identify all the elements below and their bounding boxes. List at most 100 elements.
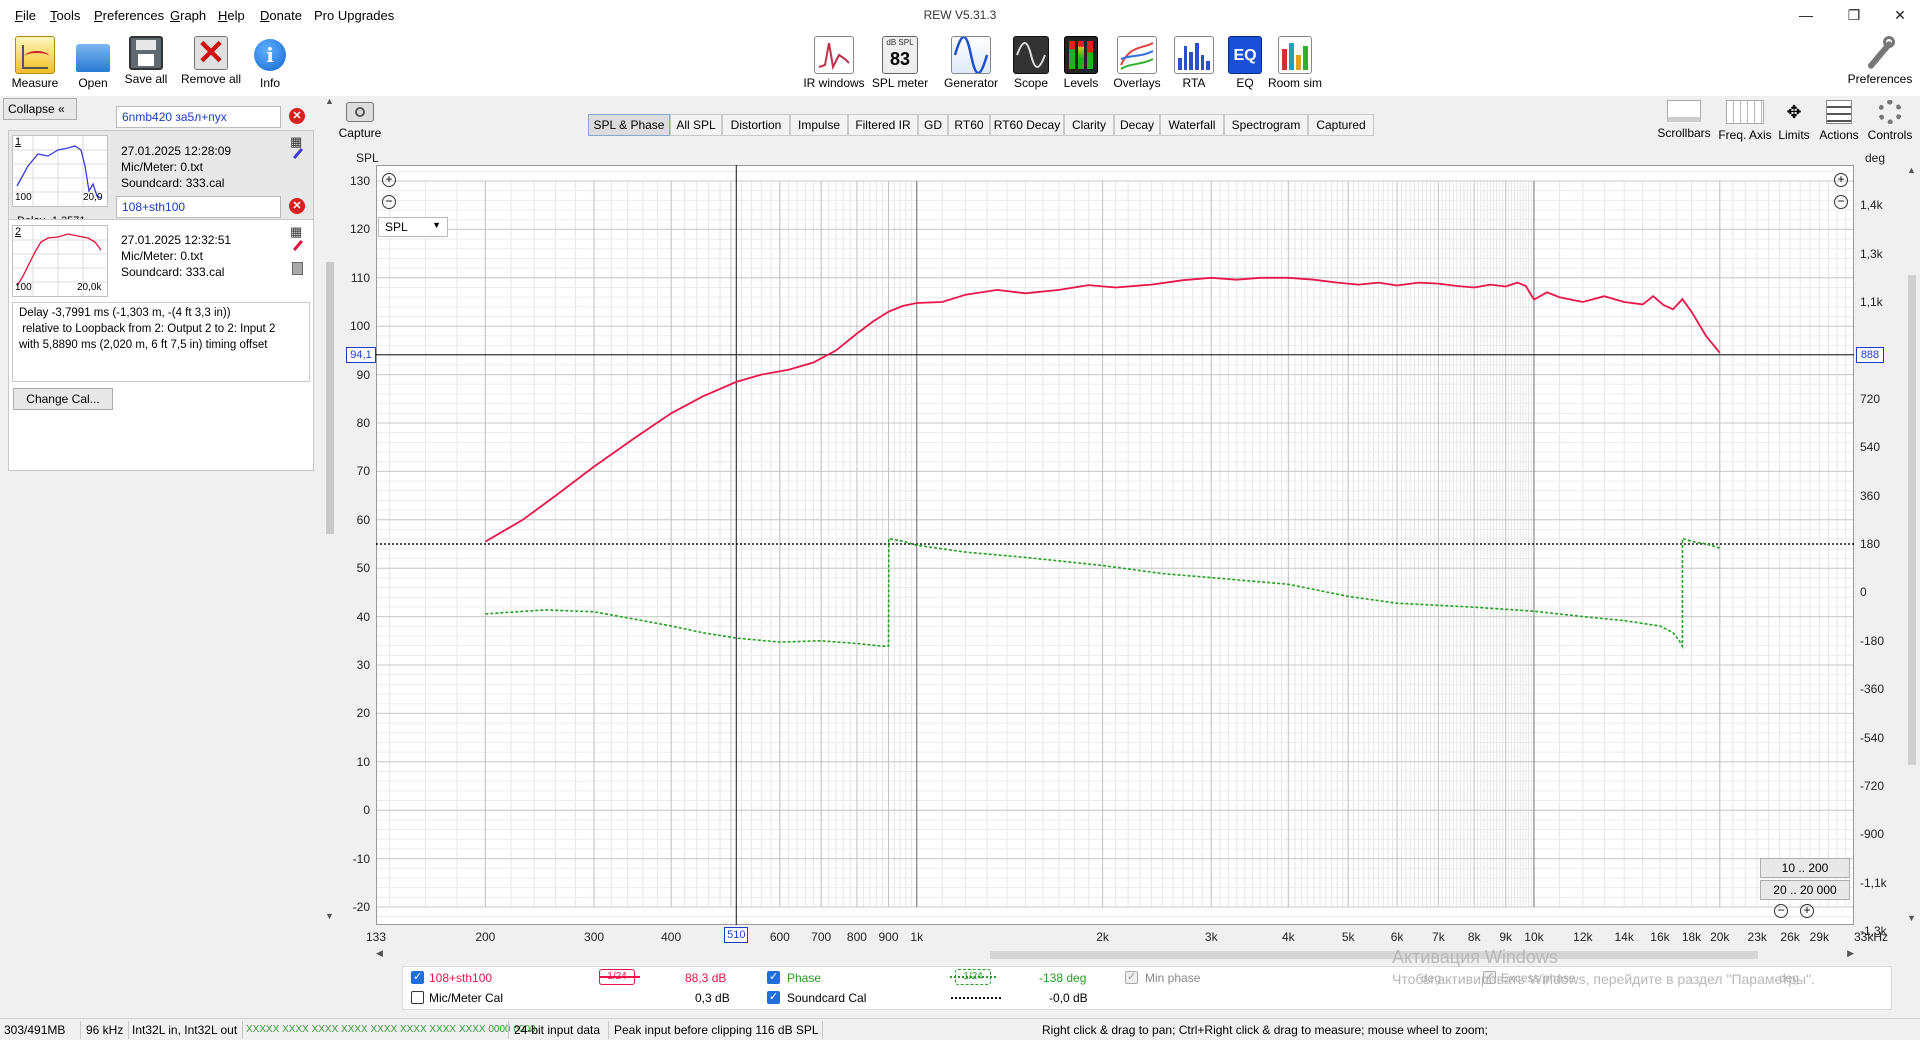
range-20-20000-button[interactable]: 20 .. 20 000 xyxy=(1760,880,1850,900)
measurement-index-2: 2 xyxy=(15,226,22,238)
limits-icon: ✥ xyxy=(1786,102,1802,122)
minimize-button[interactable]: — xyxy=(1786,4,1826,26)
measurement-soundcard-1: Soundcard: 333.cal xyxy=(121,176,225,190)
limits-button[interactable]: ✥ Limits xyxy=(1776,100,1812,142)
min-phase-checkbox[interactable] xyxy=(1125,970,1138,984)
tab-rt60[interactable]: RT60 xyxy=(948,114,990,136)
tab-all-spl[interactable]: All SPL xyxy=(670,114,722,136)
scroll-down-icon[interactable]: ▼ xyxy=(325,911,334,921)
chevron-left-icon: « xyxy=(58,102,65,116)
x-tick-label: 3k xyxy=(1204,930,1218,944)
camera-icon xyxy=(346,102,374,122)
phase-line-sample xyxy=(950,976,998,978)
scroll-up-icon[interactable]: ▲ xyxy=(325,96,334,106)
tab-spl-phase[interactable]: SPL & Phase xyxy=(588,114,670,136)
close-button[interactable]: ✕ xyxy=(1880,4,1920,26)
spl-meter-button[interactable]: dB SPL 83 SPL meter xyxy=(865,36,935,90)
scrollbars-button[interactable]: Scrollbars xyxy=(1654,100,1714,140)
measurement-date-1: 27.01.2025 12:28:09 xyxy=(121,144,232,158)
x-zoom-in-icon[interactable]: + xyxy=(1800,904,1814,918)
cursor-x-value: 510 xyxy=(724,927,749,943)
tab-spectrogram[interactable]: Spectrogram xyxy=(1224,114,1308,136)
scroll-up-icon[interactable]: ▲ xyxy=(1907,165,1916,175)
zoom-out-icon[interactable]: − xyxy=(1834,195,1848,209)
mic-cal-checkbox[interactable] xyxy=(411,991,424,1004)
trace-checkbox[interactable] xyxy=(411,970,424,984)
y-axis-select[interactable]: SPL ▼ xyxy=(378,217,448,237)
zoom-out-icon[interactable]: − xyxy=(382,195,396,209)
zoom-in-icon[interactable]: + xyxy=(382,173,396,187)
change-cal-button[interactable]: Change Cal... xyxy=(13,388,113,410)
measurement-name-field-1[interactable]: 6nmb420 за5л+пух xyxy=(116,106,281,128)
phase-checkbox[interactable] xyxy=(767,970,780,984)
preferences-button[interactable]: Preferences xyxy=(1842,36,1918,86)
graph-icon[interactable]: ▦ xyxy=(290,224,302,240)
right-axis-title: deg xyxy=(1865,151,1886,165)
tab-impulse[interactable]: Impulse xyxy=(790,114,848,136)
notes-icon[interactable] xyxy=(292,262,303,275)
tab-distortion[interactable]: Distortion xyxy=(722,114,790,136)
remove-all-icon: ✕ xyxy=(194,36,228,70)
y-tick-label: 50 xyxy=(356,561,370,576)
phase-value: -138 deg xyxy=(1039,971,1087,985)
freq-axis-icon xyxy=(1726,100,1764,124)
min-phase-label: Min phase xyxy=(1145,971,1201,985)
status-format: Int32L in, Int32L out xyxy=(132,1023,238,1037)
controls-icon xyxy=(1878,100,1902,124)
remove-measurement-icon[interactable]: ✕ xyxy=(289,198,305,214)
measurement-card-2[interactable]: 2 100 20,0k 27.01.2025 12:32:51 Mic/Mete… xyxy=(8,219,314,471)
tab-gd[interactable]: GD xyxy=(918,114,948,136)
y-tick-label: 130 xyxy=(349,174,370,188)
collapse-button[interactable]: Collapse « xyxy=(3,98,77,120)
thumb-xmin-2: 100 xyxy=(15,282,32,293)
info-button[interactable]: i Info xyxy=(235,36,305,90)
tab-waterfall[interactable]: Waterfall xyxy=(1160,114,1224,136)
x-tick-label: 700 xyxy=(811,930,832,944)
y2-tick-label: 0 xyxy=(1860,585,1867,600)
measurement-name-field-2[interactable]: 108+sth100 xyxy=(116,196,281,218)
spl-phase-graph[interactable] xyxy=(376,165,1854,927)
ir-windows-button[interactable]: IR windows xyxy=(799,36,869,90)
window-title: REW V5.31.3 xyxy=(923,8,997,22)
freq-axis-button[interactable]: Freq. Axis xyxy=(1716,100,1774,142)
thumb-xmax-1: 20,0 xyxy=(83,192,103,203)
scroll-left-icon[interactable]: ◀ xyxy=(376,948,383,959)
trace-value: 88,3 dB xyxy=(685,971,727,985)
x-tick-label: 300 xyxy=(584,930,605,944)
y-tick-label: 120 xyxy=(349,222,370,237)
y2-tick-label: -720 xyxy=(1860,779,1885,793)
tab-captured[interactable]: Captured xyxy=(1308,114,1374,136)
remove-measurement-icon[interactable]: ✕ xyxy=(289,108,305,124)
tab-clarity[interactable]: Clarity xyxy=(1064,114,1114,136)
chevron-down-icon: ▼ xyxy=(432,220,441,230)
scroll-down-icon[interactable]: ▼ xyxy=(1907,913,1916,923)
soundcard-cal-line xyxy=(951,997,1001,999)
cursor-right-value: 888 xyxy=(1856,347,1884,363)
rew-window: File Tools Preferences Graph Help Donate… xyxy=(0,0,1920,1040)
plot-background xyxy=(376,165,1854,925)
x-tick-label: 600 xyxy=(769,930,790,944)
capture-button[interactable]: Capture xyxy=(338,100,382,140)
y-tick-label: 40 xyxy=(356,609,370,624)
range-10-200-button[interactable]: 10 .. 200 xyxy=(1760,858,1850,878)
y2-tick-label: 1,4k xyxy=(1860,198,1883,213)
actions-button[interactable]: Actions xyxy=(1816,100,1862,142)
tab-decay[interactable]: Decay xyxy=(1114,114,1160,136)
soundcard-cal-checkbox[interactable] xyxy=(767,990,780,1004)
graph-vscroll-thumb[interactable] xyxy=(1908,275,1916,765)
x-zoom-out-icon[interactable]: − xyxy=(1774,904,1788,918)
panel-scroll-thumb[interactable] xyxy=(326,262,334,534)
status-hint: Right click & drag to pan; Ctrl+Right cl… xyxy=(1042,1023,1488,1037)
zoom-in-icon[interactable]: + xyxy=(1834,173,1848,187)
tab-rt60-decay[interactable]: RT60 Decay xyxy=(990,114,1064,136)
controls-button[interactable]: Controls xyxy=(1864,100,1916,142)
save-all-button[interactable]: Save all xyxy=(111,36,181,86)
toolbar: Measure Open Save all ✕ Remove all i Inf… xyxy=(0,30,1920,96)
panel-scrollbar[interactable]: ▲ ▼ xyxy=(324,96,336,921)
maximize-button[interactable]: ❐ xyxy=(1834,4,1874,26)
room-sim-button[interactable]: Room sim xyxy=(1260,36,1330,90)
status-memory[interactable]: 303/491MB xyxy=(4,1023,65,1037)
graph-svg[interactable] xyxy=(376,165,1854,927)
graph-vscrollbar[interactable]: ▲ ▼ xyxy=(1906,165,1918,925)
tab-filtered-ir[interactable]: Filtered IR xyxy=(848,114,918,136)
